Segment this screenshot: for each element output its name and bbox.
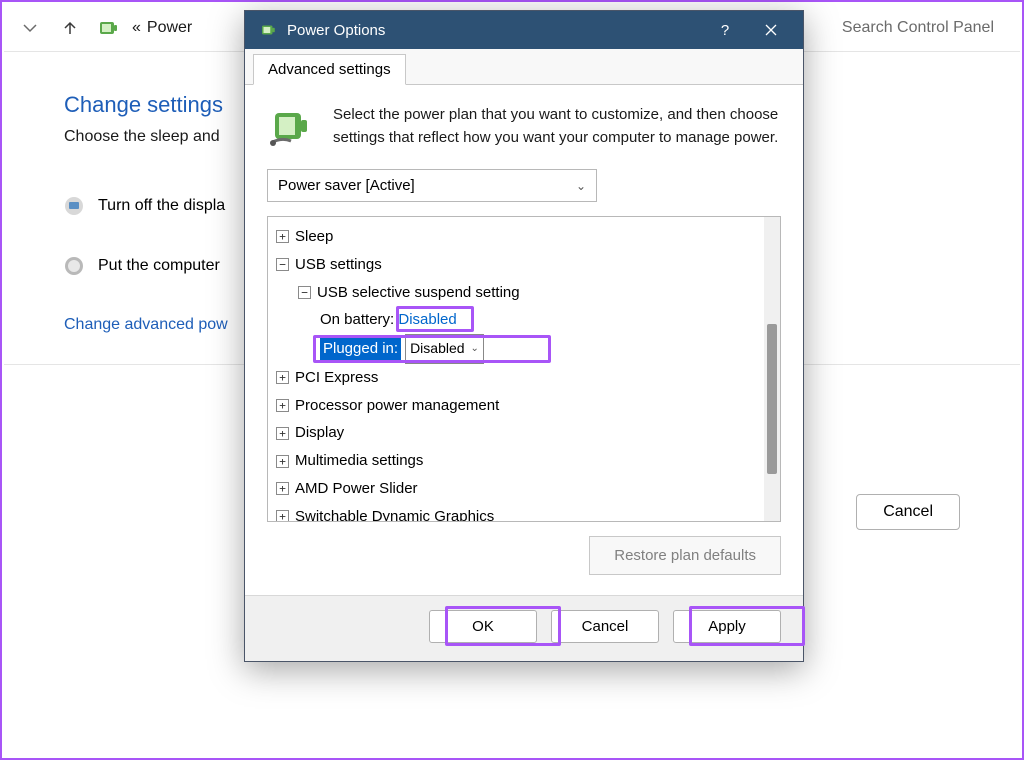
tree-label: Sleep (295, 223, 333, 251)
tree-item-amd[interactable]: + AMD Power Slider (270, 475, 762, 503)
restore-defaults-button[interactable]: Restore plan defaults (589, 536, 781, 575)
display-icon (64, 196, 84, 216)
settings-tree: +Sleep −USB settings −USB selective susp… (267, 216, 781, 522)
battery-large-icon (267, 103, 315, 151)
tree-item-pci[interactable]: + PCI Express (270, 364, 762, 392)
cancel-button[interactable]: Cancel (551, 610, 659, 643)
tab-content: Select the power plan that you want to c… (245, 85, 803, 595)
tree-item-multimedia[interactable]: + Multimedia settings (270, 447, 762, 475)
dialog-body: Advanced settings Select the power plan … (245, 49, 803, 661)
dialog-titlebar[interactable]: Power Options ? (245, 11, 803, 49)
tree-label: AMD Power Slider (295, 475, 418, 503)
arrow-up-icon (62, 20, 78, 36)
row-label: Turn off the displa (98, 197, 225, 215)
expand-icon[interactable]: + (276, 455, 289, 468)
tree-item-plugged-in[interactable]: Plugged in: Disabled ⌄ (270, 334, 762, 364)
cancel-button[interactable]: Cancel (856, 494, 960, 530)
sleep-icon (64, 256, 84, 276)
tree-item-switchable[interactable]: + Switchable Dynamic Graphics (270, 503, 762, 521)
back-button[interactable] (16, 14, 44, 42)
tree-item-usb-suspend[interactable]: −USB selective suspend setting (270, 279, 762, 307)
breadcrumb[interactable]: « Power (132, 19, 192, 37)
tree-viewport[interactable]: +Sleep −USB settings −USB selective susp… (268, 217, 764, 521)
setting-value-select[interactable]: Disabled ⌄ (405, 334, 484, 364)
setting-label: On battery: (320, 306, 394, 334)
collapse-icon[interactable]: − (276, 258, 289, 271)
tab-advanced-settings[interactable]: Advanced settings (253, 54, 406, 85)
tree-item-usb[interactable]: −USB settings (270, 251, 762, 279)
tree-item-display[interactable]: + Display (270, 419, 762, 447)
expand-icon[interactable]: + (276, 371, 289, 384)
ok-button[interactable]: OK (429, 610, 537, 643)
collapse-icon[interactable]: − (298, 286, 311, 299)
close-icon (765, 24, 777, 36)
tree-label: Processor power management (295, 392, 499, 420)
power-plan-value: Power saver [Active] (278, 177, 415, 194)
tree-item-on-battery[interactable]: On battery: Disabled (270, 306, 762, 334)
up-button[interactable] (56, 14, 84, 42)
expand-icon[interactable]: + (276, 427, 289, 440)
tree-item-sleep[interactable]: + Sleep (270, 223, 762, 251)
search-input[interactable]: Search Control Panel (828, 11, 1008, 45)
scrollbar-thumb[interactable] (767, 324, 777, 474)
select-value: Disabled (410, 336, 464, 362)
tree-label: USB selective suspend setting (317, 279, 520, 307)
tree-label: Multimedia settings (295, 447, 423, 475)
chevron-down-icon: ⌄ (471, 340, 479, 359)
tree-label: Switchable Dynamic Graphics (295, 503, 494, 521)
scrollbar[interactable] (764, 217, 780, 521)
setting-label-selected: Plugged in: (320, 335, 401, 363)
power-options-dialog: Power Options ? Advanced settings Select… (244, 10, 804, 662)
tree-label: USB settings (295, 251, 382, 279)
expand-icon[interactable]: + (276, 510, 289, 521)
dialog-description: Select the power plan that you want to c… (333, 103, 781, 150)
expand-icon[interactable]: + (276, 230, 289, 243)
power-plan-select[interactable]: Power saver [Active] ⌄ (267, 169, 597, 202)
close-button[interactable] (753, 11, 789, 49)
chevron-down-icon (22, 20, 38, 36)
tree-label: PCI Express (295, 364, 378, 392)
expand-icon[interactable]: + (276, 399, 289, 412)
help-button[interactable]: ? (707, 11, 743, 49)
breadcrumb-text: Power (147, 19, 192, 37)
battery-icon (96, 16, 120, 40)
dialog-title-text: Power Options (287, 22, 385, 39)
chevron-down-icon: ⌄ (576, 179, 586, 193)
row-label: Put the computer (98, 257, 220, 275)
apply-button[interactable]: Apply (673, 610, 781, 643)
battery-icon (259, 21, 277, 39)
setting-value[interactable]: Disabled (398, 306, 456, 334)
expand-icon[interactable]: + (276, 482, 289, 495)
dialog-footer: OK Cancel Apply (245, 595, 803, 661)
breadcrumb-separator: « (132, 19, 141, 37)
tree-item-processor[interactable]: + Processor power management (270, 392, 762, 420)
tree-label: Display (295, 419, 344, 447)
tab-strip: Advanced settings (245, 49, 803, 85)
